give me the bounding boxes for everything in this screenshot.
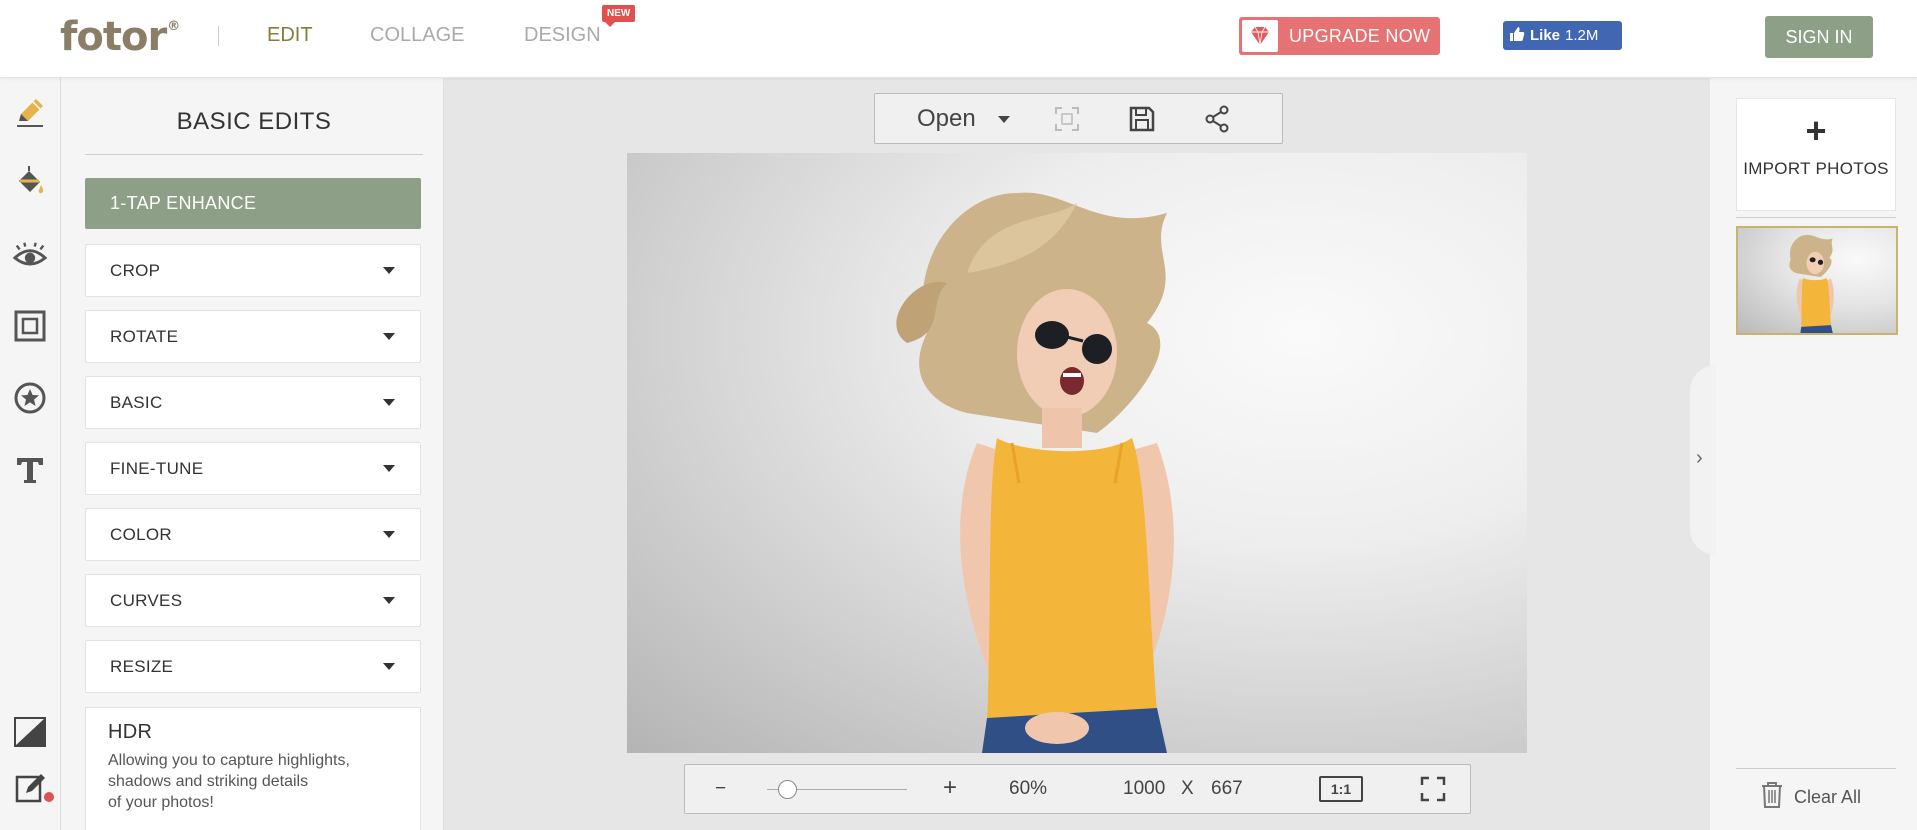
section-rotate[interactable]: ROTATE	[85, 310, 421, 363]
section-label: COLOR	[110, 524, 172, 544]
section-label: CURVES	[110, 590, 183, 610]
thumbs-up-icon	[1509, 26, 1525, 46]
hdr-title: HDR	[108, 721, 153, 743]
clear-all-label: Clear All	[1794, 787, 1862, 807]
photo-thumbnail[interactable]	[1736, 226, 1898, 335]
fullscreen-icon[interactable]	[1420, 776, 1446, 808]
trash-icon	[1760, 781, 1784, 814]
dropdown-arrow-icon	[383, 399, 395, 406]
right-panel-toggle[interactable]: ›	[1690, 365, 1716, 555]
photo-illustration	[896, 192, 1174, 753]
facebook-like-button[interactable]: Like 1.2M	[1503, 21, 1622, 50]
tool-rail	[0, 78, 61, 830]
section-curves[interactable]: CURVES	[85, 574, 421, 627]
dropdown-arrow-icon	[383, 465, 395, 472]
header-separator	[218, 26, 219, 46]
panel-title: BASIC EDITS	[176, 108, 332, 135]
one-tap-enhance-button[interactable]: 1-TAP ENHANCE	[85, 178, 421, 229]
dropdown-arrow-icon	[383, 333, 395, 340]
edit-note-icon[interactable]	[12, 770, 48, 806]
share-icon[interactable]	[1203, 105, 1231, 133]
section-label: FINE-TUNE	[110, 458, 204, 478]
frame-icon[interactable]	[12, 308, 48, 344]
import-photos-label: IMPORT PHOTOS	[1743, 159, 1889, 178]
dimension-separator: X	[1181, 778, 1194, 799]
open-dropdown-icon[interactable]	[998, 116, 1010, 123]
hdr-line: of your photos!	[108, 794, 214, 811]
canvas-area: Open − + 60% 1000 X 667 1:1	[444, 78, 1710, 830]
top-header: fotor® EDIT COLLAGE DESIGN NEW UPGRADE N…	[0, 0, 1917, 78]
image-height: 667	[1211, 778, 1243, 799]
section-resize[interactable]: RESIZE	[85, 640, 421, 693]
zoom-level: 60%	[1009, 778, 1048, 799]
upgrade-now-button[interactable]: UPGRADE NOW	[1239, 17, 1440, 55]
sign-in-button[interactable]: SIGN IN	[1765, 16, 1873, 58]
tilt-shift-icon[interactable]	[12, 714, 48, 750]
section-label: BASIC	[110, 392, 163, 412]
fotor-logo[interactable]: fotor®	[60, 14, 180, 60]
hdr-line: shadows and striking details	[108, 773, 309, 790]
zoom-bar: − + 60% 1000 X 667 1:1	[684, 764, 1471, 814]
new-badge: NEW	[602, 5, 636, 27]
plus-icon: +	[1805, 110, 1827, 151]
diamond-icon	[1242, 20, 1278, 52]
image-width: 1000	[1123, 778, 1166, 799]
section-crop[interactable]: CROP	[85, 244, 421, 297]
canvas-toolbar: Open	[874, 93, 1283, 144]
panel-divider	[85, 154, 423, 155]
dropdown-arrow-icon	[383, 267, 395, 274]
clear-divider	[1736, 768, 1896, 769]
zoom-in-button[interactable]: +	[943, 774, 957, 802]
section-label: RESIZE	[110, 656, 174, 676]
pencil-icon[interactable]	[12, 94, 48, 130]
nav-edit[interactable]: EDIT	[267, 24, 313, 47]
open-button[interactable]: Open	[917, 105, 976, 133]
nav-design[interactable]: DESIGN	[524, 24, 601, 47]
library-divider	[1736, 217, 1896, 218]
facebook-like-count: 1.2M	[1565, 27, 1599, 44]
chevron-right-icon: ›	[1696, 447, 1703, 469]
fit-screen-icon[interactable]	[1053, 105, 1081, 133]
section-color[interactable]: COLOR	[85, 508, 421, 561]
clear-all-button[interactable]: Clear All	[1760, 781, 1861, 814]
basic-edits-panel: BASIC EDITS 1-TAP ENHANCE CROP ROTATE BA…	[61, 78, 444, 830]
hdr-description: Allowing you to capture highlights, shad…	[108, 750, 398, 813]
paint-bucket-icon[interactable]	[12, 164, 48, 200]
sticker-star-icon[interactable]	[12, 380, 48, 416]
section-basic[interactable]: BASIC	[85, 376, 421, 429]
save-icon[interactable]	[1128, 105, 1156, 133]
eye-icon[interactable]	[12, 238, 48, 274]
text-icon[interactable]	[12, 452, 48, 488]
section-label: ROTATE	[110, 326, 179, 346]
hdr-line: Allowing you to capture highlights,	[108, 752, 350, 769]
thumbnail-illustration	[1789, 234, 1834, 333]
facebook-like-label: Like	[1530, 27, 1561, 44]
dropdown-arrow-icon	[383, 531, 395, 538]
dropdown-arrow-icon	[383, 597, 395, 604]
zoom-slider-handle[interactable]	[778, 780, 797, 799]
zoom-out-button[interactable]: −	[715, 778, 726, 800]
actual-size-button[interactable]: 1:1	[1319, 776, 1363, 802]
section-fine-tune[interactable]: FINE-TUNE	[85, 442, 421, 495]
import-photos-button[interactable]: + IMPORT PHOTOS	[1736, 98, 1896, 211]
hdr-card[interactable]: HDR Allowing you to capture highlights, …	[85, 707, 421, 830]
photo-canvas[interactable]	[627, 153, 1527, 753]
nav-collage[interactable]: COLLAGE	[370, 24, 464, 47]
section-label: CROP	[110, 260, 161, 280]
upgrade-now-label: UPGRADE NOW	[1289, 25, 1431, 46]
photo-library-panel: + IMPORT PHOTOS Clear All	[1710, 78, 1917, 830]
dropdown-arrow-icon	[383, 663, 395, 670]
